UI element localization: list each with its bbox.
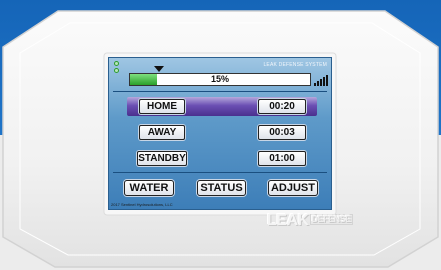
- mode-home-time[interactable]: 00:20: [258, 99, 306, 114]
- copyright-text: 2017 Sentinel Hydrosolutions, LLC: [111, 202, 173, 207]
- system-title: LEAK DEFENSE SYSTEM: [263, 62, 327, 68]
- logo-secondary: DEFENSE: [309, 214, 353, 225]
- status-led-icon: [114, 61, 119, 66]
- adjust-button[interactable]: ADJUST: [268, 180, 318, 196]
- mode-away-button[interactable]: AWAY: [139, 125, 185, 140]
- leak-defense-logo: LEAK DEFENSE: [267, 212, 357, 230]
- status-button[interactable]: STATUS: [197, 180, 246, 196]
- signal-strength-icon: [314, 74, 328, 86]
- divider: [113, 172, 327, 173]
- mode-home-button[interactable]: HOME: [139, 99, 185, 114]
- status-led-icon: [114, 68, 119, 73]
- mode-away-time[interactable]: 00:03: [258, 125, 306, 140]
- level-marker-icon: [154, 66, 164, 72]
- logo-primary: LEAK: [267, 212, 309, 229]
- touch-screen: LEAK DEFENSE SYSTEM 15% HOME 00:20 AWAY …: [108, 57, 332, 210]
- mode-standby-time[interactable]: 01:00: [258, 151, 306, 166]
- water-button[interactable]: WATER: [124, 180, 174, 196]
- water-level-percent: 15%: [210, 74, 229, 84]
- water-level-bar: 15%: [129, 73, 311, 86]
- divider: [113, 91, 327, 92]
- mode-standby-button[interactable]: STANDBY: [137, 151, 187, 166]
